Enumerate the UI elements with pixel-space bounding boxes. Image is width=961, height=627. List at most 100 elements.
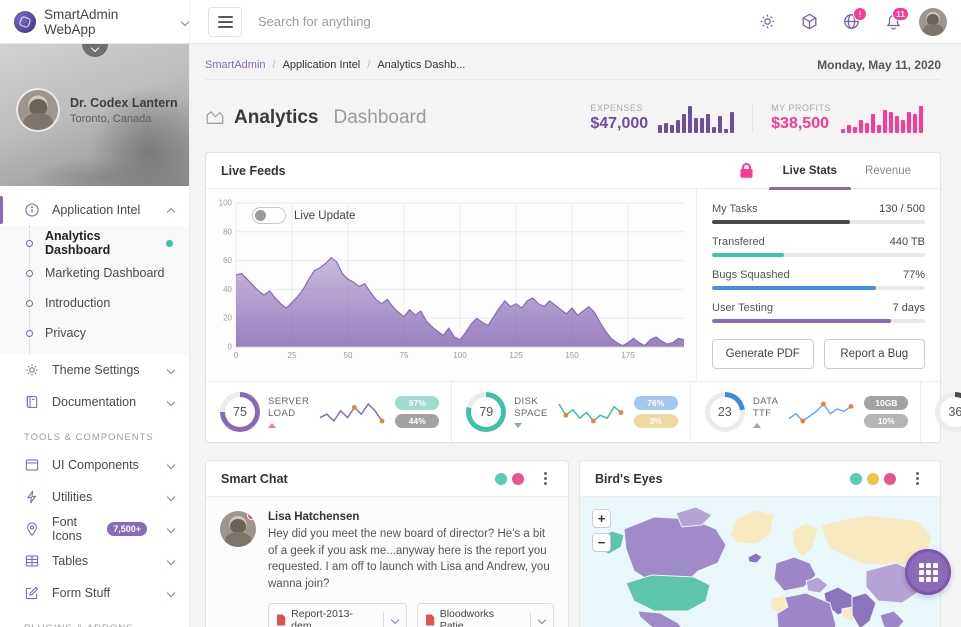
tab-live-stats[interactable]: Live Stats: [769, 153, 851, 189]
profile-name: Dr. Codex Lantern: [70, 96, 178, 110]
live-update-toggle[interactable]: [252, 207, 286, 224]
chevron-down-icon: [538, 616, 546, 624]
disk-space-sparkline: [556, 399, 626, 425]
live-feeds-title: Live Feeds: [221, 164, 286, 178]
gear-icon: [24, 362, 40, 378]
user-avatar[interactable]: [919, 8, 947, 36]
svg-text:175: 175: [621, 351, 635, 360]
search-bar: [258, 13, 751, 31]
panel-dot-pink[interactable]: [512, 473, 524, 485]
panel-dot-yellow[interactable]: [867, 473, 879, 485]
sidebar-item-tables[interactable]: Tables: [0, 545, 189, 577]
svg-text:40: 40: [223, 285, 232, 294]
bullet-icon: [26, 270, 33, 277]
app-shortcuts-button[interactable]: [905, 549, 951, 595]
sidebar-item-introduction[interactable]: Introduction: [0, 288, 189, 318]
current-date: Monday, May 11, 2020: [817, 58, 941, 72]
svg-text:50: 50: [344, 351, 353, 360]
svg-text:0: 0: [228, 343, 233, 352]
sidebar-item-privacy[interactable]: Privacy: [0, 318, 189, 348]
panel-dot-teal[interactable]: [495, 473, 507, 485]
panel-dot-teal[interactable]: [850, 473, 862, 485]
expenses-stat: EXPENSES $47,000: [572, 103, 752, 133]
book-icon: [24, 394, 40, 410]
world-map[interactable]: + −: [580, 497, 940, 627]
sidebar-item-form-stuff[interactable]: Form Stuff: [0, 577, 189, 609]
generate-pdf-button[interactable]: Generate PDF: [712, 339, 814, 369]
sidebar-item-analytics-dashboard[interactable]: Analytics Dashboard: [0, 228, 189, 258]
kebab-menu-icon[interactable]: [909, 471, 925, 487]
sidebar-nav: Application Intel Analytics Dashboard Ma…: [0, 186, 189, 627]
kpi-server-load: 75 SERVERLOAD 97% 44%: [206, 382, 451, 442]
status-dot: [247, 511, 256, 520]
report-bug-button[interactable]: Report a Bug: [824, 339, 926, 369]
live-feeds-header: Live Feeds Live Stats Revenue: [206, 153, 940, 189]
breadcrumb-home[interactable]: SmartAdmin: [205, 59, 266, 71]
data-ttf-ring: 23: [705, 392, 745, 432]
attachment-dropdown[interactable]: [383, 612, 406, 627]
attachment-chip[interactable]: Bloodworks Patie...: [417, 603, 554, 627]
disk-space-ring: 79: [466, 392, 506, 432]
sidebar-item-theme-settings[interactable]: Theme Settings: [0, 354, 189, 386]
search-input[interactable]: [258, 14, 558, 29]
map-zoom-in-button[interactable]: +: [592, 509, 611, 528]
expenses-value: $47,000: [590, 115, 648, 133]
alerts-button[interactable]: !: [835, 6, 867, 38]
pin-icon: [24, 521, 40, 537]
profits-label: MY PROFITS: [771, 103, 831, 113]
profile-collapse-button[interactable]: [82, 44, 108, 57]
active-indicator-dot: [166, 240, 173, 247]
svg-text:150: 150: [565, 351, 579, 360]
tab-revenue[interactable]: Revenue: [851, 153, 925, 189]
progress-bar: [712, 286, 925, 290]
apps-button[interactable]: [793, 6, 825, 38]
profile-location: Toronto, Canada: [70, 113, 178, 125]
progress-bar: [712, 220, 925, 224]
panel-dot-pink[interactable]: [884, 473, 896, 485]
attachment-dropdown[interactable]: [530, 612, 553, 627]
lock-icon: [740, 163, 753, 178]
sidebar-item-application-intel[interactable]: Application Intel: [0, 194, 189, 226]
bullet-icon: [26, 240, 33, 247]
svg-text:125: 125: [509, 351, 523, 360]
bullet-icon: [26, 300, 33, 307]
kpi-data-ttf: 23 DATATTF 10GB 10%: [690, 382, 921, 442]
kebab-menu-icon[interactable]: [537, 471, 553, 487]
sidebar-item-utilities[interactable]: Utilities: [0, 481, 189, 513]
brand-name: SmartAdmin WebApp: [44, 7, 173, 37]
profile-avatar[interactable]: [16, 88, 60, 132]
svg-text:20: 20: [223, 314, 232, 323]
sidebar-item-marketing-dashboard[interactable]: Marketing Dashboard: [0, 258, 189, 288]
table-icon: [24, 553, 40, 569]
section-header-tools: TOOLS & COMPONENTS: [0, 432, 189, 443]
svg-text:100: 100: [453, 351, 467, 360]
attachment-chip[interactable]: Report-2013-dem...: [268, 603, 407, 627]
chevron-down-icon: [167, 557, 175, 565]
kpi-badge: 10%: [864, 414, 908, 428]
gear-icon: [758, 12, 777, 31]
progress-bar: [712, 253, 925, 257]
kpi-disk-space: 79 DISKSPACE 76% 3%: [451, 382, 690, 442]
sidebar-item-ui-components[interactable]: UI Components: [0, 449, 189, 481]
bolt-icon: [24, 489, 40, 505]
notifications-button[interactable]: 11: [877, 6, 909, 38]
chevron-down-icon: [391, 616, 399, 624]
map-zoom-out-button[interactable]: −: [592, 533, 611, 552]
settings-button[interactable]: [751, 6, 783, 38]
title-row: Analytics Dashboard EXPENSES $47,000 MY …: [205, 96, 941, 140]
kpi-row: 75 SERVERLOAD 97% 44% 79 DISKSPACE: [206, 381, 940, 442]
brand[interactable]: SmartAdmin WebApp: [0, 0, 190, 43]
chevron-down-icon: [91, 44, 99, 52]
expenses-label: EXPENSES: [590, 103, 648, 113]
breadcrumb-section[interactable]: Application Intel: [283, 59, 361, 71]
trend-up-icon: [753, 423, 761, 428]
font-icons-count-badge: 7,500+: [107, 522, 147, 536]
chevron-up-icon: [167, 206, 175, 214]
world-map-svg: [580, 497, 940, 627]
stat-my-tasks: My Tasks 130 / 500: [712, 203, 925, 224]
chat-avatar[interactable]: [220, 511, 256, 547]
menu-toggle-button[interactable]: [208, 7, 242, 37]
sidebar-item-font-icons[interactable]: Font Icons 7,500+: [0, 513, 189, 545]
sidebar-item-documentation[interactable]: Documentation: [0, 386, 189, 418]
live-feeds-tabs: Live Stats Revenue: [740, 153, 925, 189]
